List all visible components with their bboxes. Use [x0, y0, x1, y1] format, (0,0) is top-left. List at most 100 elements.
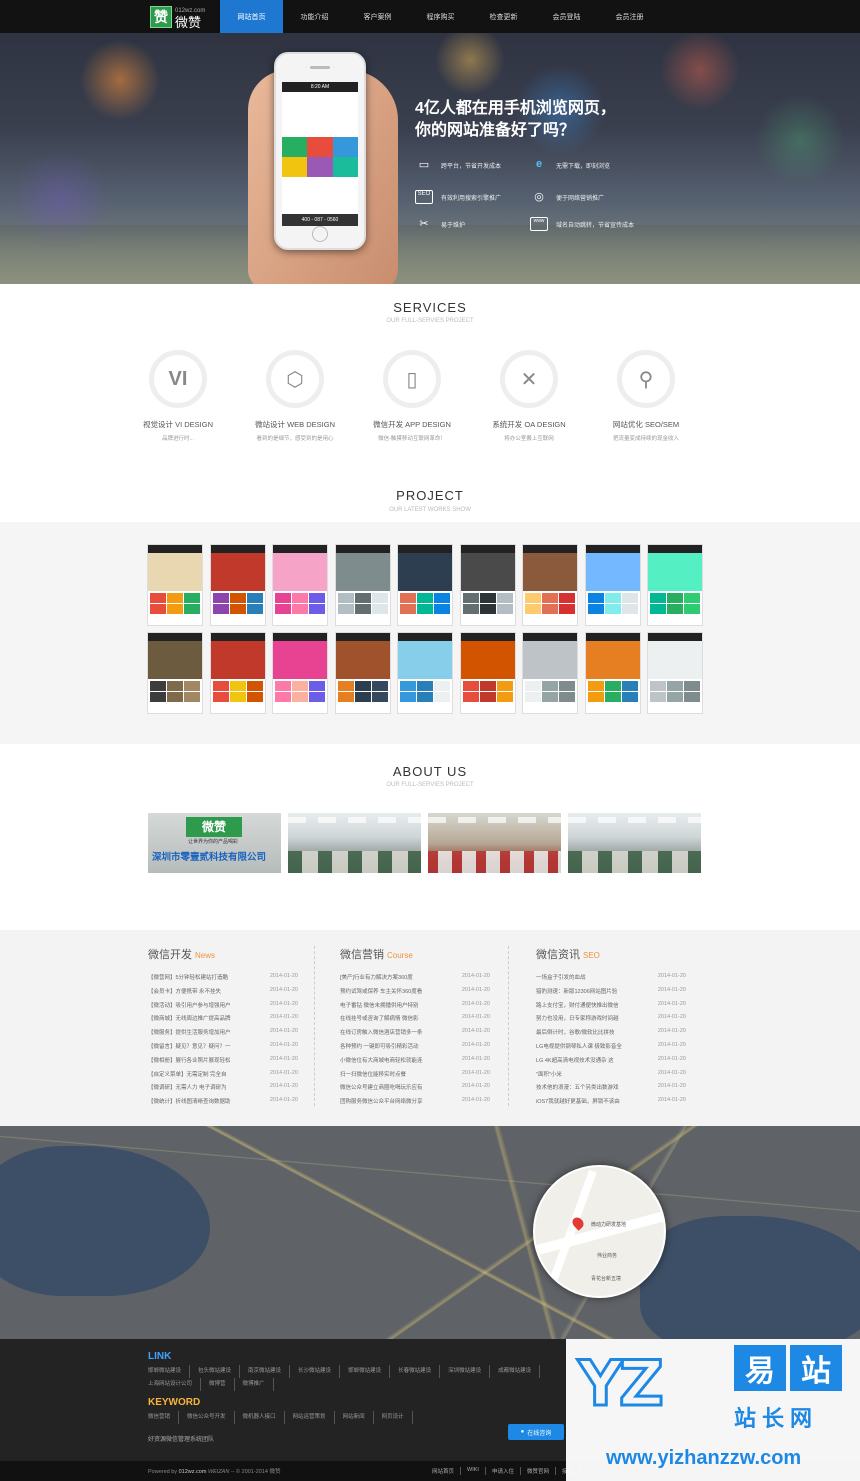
news-headline[interactable]: 【微活动】吸引用户参与增强用户: [148, 1001, 231, 1015]
news-headline[interactable]: 【微统计】折线图清晰查询数据助: [148, 1097, 231, 1111]
news-headline[interactable]: 猎豹测速：新版12306网站图片验: [536, 987, 617, 1001]
news-item[interactable]: 扫一扫微信位能移实时点餐 2014-01-20: [340, 1070, 490, 1084]
service-oa[interactable]: ✕ 系统开发 OA DESIGN 将办公室搬上互联网: [479, 350, 579, 442]
news-headline[interactable]: 【微营网】5分钟轻松建站打造酷: [148, 973, 228, 987]
footer-bottom-link[interactable]: 网站首页: [432, 1467, 462, 1475]
service-web[interactable]: ⬡ 微站设计 WEB DESIGN 看到的是细节，感受到的是用心: [245, 350, 345, 442]
news-headline[interactable]: 微信公众号建立商圈吃喝玩乐应有: [340, 1083, 423, 1097]
project-thumbnail[interactable]: [459, 632, 516, 714]
news-item[interactable]: 【微服务】提供生活服务增加用户 2014-01-20: [148, 1028, 298, 1042]
nav-buy[interactable]: 程序购买: [409, 0, 472, 33]
news-item[interactable]: 在线挂号或咨询了解病情 微信影 2014-01-20: [340, 1014, 490, 1028]
about-photo-company[interactable]: 微赞 让世界为你的产品喝彩 深圳市零壹贰科技有限公司: [148, 813, 281, 873]
news-headline[interactable]: 【会员卡】方便携带 永不挂失: [148, 987, 221, 1001]
news-item[interactable]: 微信公众号建立商圈吃喝玩乐应有 2014-01-20: [340, 1083, 490, 1097]
project-thumbnail[interactable]: [522, 544, 578, 626]
news-item[interactable]: 路上支付宝，财付通便快推出微信 2014-01-20: [536, 1001, 686, 1015]
news-headline[interactable]: [美产]行业有力解决方案360度: [340, 973, 413, 987]
news-item[interactable]: 努力也没用，日专家称游戏时间越 2014-01-20: [536, 1014, 686, 1028]
news-item[interactable]: 团购服务微信公众平台网络微分享 2014-01-20: [340, 1097, 490, 1111]
project-thumbnail[interactable]: [647, 544, 703, 626]
nav-home[interactable]: 网站首页: [220, 0, 283, 33]
project-thumbnail[interactable]: [147, 632, 203, 714]
service-vi[interactable]: VI 视觉设计 VI DESIGN 品牌进行时...: [128, 350, 228, 442]
project-thumbnail[interactable]: [397, 632, 453, 714]
project-thumbnail[interactable]: [272, 632, 328, 714]
footer-link[interactable]: 长春微站建设: [398, 1365, 441, 1378]
news-item[interactable]: 【微商城】无线周边推广提高品牌 2014-01-20: [148, 1014, 298, 1028]
footer-keyword[interactable]: 网站新闻: [343, 1411, 374, 1424]
nav-cases[interactable]: 客户案例: [346, 0, 409, 33]
news-item[interactable]: 【微留言】疑见？意见？疑问？一 2014-01-20: [148, 1042, 298, 1056]
about-photo-office-2[interactable]: [428, 813, 561, 873]
nav-update[interactable]: 检查更新: [472, 0, 535, 33]
news-item[interactable]: 猎豹测速：新版12306网站图片验 2014-01-20: [536, 987, 686, 1001]
project-thumbnail[interactable]: [334, 632, 391, 714]
project-thumbnail[interactable]: [209, 544, 266, 626]
news-item[interactable]: 【微营网】5分钟轻松建站打造酷 2014-01-20: [148, 973, 298, 987]
news-item[interactable]: 各种预约 一键即可吸引精彩活动 2014-01-20: [340, 1042, 490, 1056]
copy-site[interactable]: 012wz.com: [179, 1469, 207, 1475]
news-item[interactable]: LG电视提供钢琴私人课 极致影音全 2014-01-20: [536, 1042, 686, 1056]
news-item[interactable]: 【微活动】吸引用户参与增强用户 2014-01-20: [148, 1001, 298, 1015]
project-thumbnail[interactable]: [209, 632, 266, 714]
news-headline[interactable]: 【微调研】无需人力 电子调研为: [148, 1083, 227, 1097]
news-column-title[interactable]: 微信开发 News: [148, 946, 298, 962]
news-item[interactable]: 在线订房触入微信酒店营销多一条 2014-01-20: [340, 1028, 490, 1042]
news-headline[interactable]: 最后倒计时，谷歌/微软比比拼技: [536, 1028, 615, 1042]
project-thumbnail[interactable]: [584, 544, 641, 626]
about-photo-office-3[interactable]: [568, 813, 701, 873]
project-thumbnail[interactable]: [584, 632, 641, 714]
footer-link[interactable]: 邯郸微站建设: [348, 1365, 391, 1378]
project-thumbnail[interactable]: [522, 632, 578, 714]
footer-link[interactable]: 微博营: [209, 1378, 235, 1391]
news-item[interactable]: 小微信位有大商城电商轻松就能连 2014-01-20: [340, 1056, 490, 1070]
news-headline[interactable]: 在线订房触入微信酒店营销多一条: [340, 1028, 423, 1042]
news-headline[interactable]: 【微商城】无线周边推广提高品牌: [148, 1014, 231, 1028]
footer-bottom-link[interactable]: 微赞官网: [527, 1467, 556, 1475]
nav-login[interactable]: 会员登陆: [535, 0, 598, 33]
news-headline[interactable]: 小微信位有大商城电商轻松就能连: [340, 1056, 423, 1070]
footer-keyword[interactable]: 网站运营策划: [293, 1411, 335, 1424]
news-headline[interactable]: 【自定义菜单】无需定制 完全自: [148, 1070, 227, 1084]
news-headline[interactable]: 路上支付宝，财付通便快推出微信: [536, 1001, 619, 1015]
map-zoom-circle[interactable]: 微动力研发基地 伟业商务 青花台新五境: [533, 1165, 666, 1298]
news-headline[interactable]: 【微留言】疑见？意见？疑问？一: [148, 1042, 231, 1056]
project-thumbnail[interactable]: [334, 544, 391, 626]
footer-link[interactable]: 包头微站建设: [198, 1365, 241, 1378]
footer-link[interactable]: 深圳微站建设: [448, 1365, 491, 1378]
news-headline[interactable]: LG 4K超高清电视技术没通杂 这: [536, 1056, 614, 1070]
news-item[interactable]: 预约试驾或保养 车主关怀360度看 2014-01-20: [340, 987, 490, 1001]
news-item[interactable]: 【微相册】展行各业照片展现轻松 2014-01-20: [148, 1056, 298, 1070]
footer-keyword[interactable]: 网页设计: [382, 1411, 413, 1424]
news-item[interactable]: [美产]行业有力解决方案360度 2014-01-20: [340, 973, 490, 987]
news-column-title[interactable]: 微信资讯 SEO: [536, 946, 686, 962]
news-headline[interactable]: 预约试驾或保养 车主关怀360度看: [340, 987, 422, 1001]
footer-link[interactable]: 成都微站建设: [498, 1365, 541, 1378]
site-logo[interactable]: 赞 012wz.com 微赞: [150, 5, 208, 29]
news-item[interactable]: 一场盒子引发的血战 2014-01-20: [536, 973, 686, 987]
online-consult-button[interactable]: ● 在线咨询: [508, 1424, 564, 1440]
footer-keyword[interactable]: 微机器人接口: [243, 1411, 285, 1424]
news-item[interactable]: 【微调研】无需人力 电子调研为 2014-01-20: [148, 1083, 298, 1097]
news-item[interactable]: 电子番钻 微信未拥播供用户特别 2014-01-20: [340, 1001, 490, 1015]
service-seo[interactable]: ⚲ 网站优化 SEO/SEM 把流量变成持续的现金收入: [596, 350, 696, 442]
project-thumbnail[interactable]: [647, 632, 703, 714]
news-headline[interactable]: 技术他的浪漫：五个另类出数游戏: [536, 1083, 619, 1097]
news-headline[interactable]: 团购服务微信公众平台网络微分享: [340, 1097, 423, 1111]
news-item[interactable]: "面积"小米 2014-01-20: [536, 1070, 686, 1084]
news-item[interactable]: 技术他的浪漫：五个另类出数游戏 2014-01-20: [536, 1083, 686, 1097]
news-headline[interactable]: 电子番钻 微信未拥播供用户特别: [340, 1001, 419, 1015]
news-item[interactable]: 【会员卡】方便携带 永不挂失 2014-01-20: [148, 987, 298, 1001]
news-item[interactable]: 最后倒计时，谷歌/微软比比拼技 2014-01-20: [536, 1028, 686, 1042]
news-item[interactable]: 【微统计】折线图清晰查询数据助 2014-01-20: [148, 1097, 298, 1111]
news-headline[interactable]: iOS7我就越好更基础，屏锁不该由: [536, 1097, 620, 1111]
service-app[interactable]: ▯ 微信开发 APP DESIGN 微信-触摸移动互联网革命！: [362, 350, 462, 442]
news-headline[interactable]: 【微相册】展行各业照片展现轻松: [148, 1056, 231, 1070]
news-column-title[interactable]: 微信营销 Course: [340, 946, 490, 962]
news-item[interactable]: iOS7我就越好更基础，屏锁不该由 2014-01-20: [536, 1097, 686, 1111]
footer-bottom-link[interactable]: 申请入住: [492, 1467, 521, 1475]
project-thumbnail[interactable]: [147, 544, 203, 626]
news-item[interactable]: LG 4K超高清电视技术没通杂 这 2014-01-20: [536, 1056, 686, 1070]
footer-link[interactable]: 南京微站建设: [248, 1365, 291, 1378]
